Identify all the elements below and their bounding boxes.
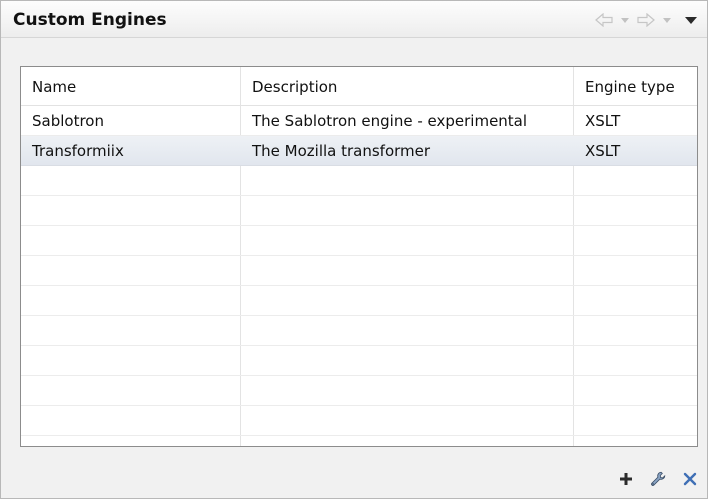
empty-row (21, 286, 697, 316)
back-button[interactable] (595, 13, 613, 27)
empty-row (21, 376, 697, 406)
footer-toolbar (617, 470, 699, 488)
column-header-description[interactable]: Description (241, 67, 573, 105)
cell-description: The Sablotron engine - experimental (252, 112, 528, 130)
wrench-icon (651, 471, 666, 486)
empty-row (21, 436, 697, 446)
empty-row (21, 256, 697, 286)
close-icon (683, 472, 697, 486)
custom-engines-panel: Custom Engines Name Description Engine t… (0, 0, 708, 499)
cell-engine-type: XSLT (585, 142, 621, 160)
column-header-engine-type[interactable]: Engine type (574, 67, 697, 105)
empty-row (21, 226, 697, 256)
cell-name: Transformiix (32, 142, 124, 160)
arrow-right-outline-icon (637, 13, 655, 27)
panel-title: Custom Engines (13, 10, 167, 30)
empty-row (21, 196, 697, 226)
table-row[interactable]: Sablotron The Sablotron engine - experim… (21, 106, 697, 136)
cell-name: Sablotron (32, 112, 104, 130)
empty-row (21, 166, 697, 196)
nav-toolbar (595, 10, 697, 30)
engines-table: Name Description Engine type Sablotron T… (20, 66, 698, 447)
plus-icon (620, 473, 632, 485)
empty-row (21, 346, 697, 376)
edit-button[interactable] (649, 470, 667, 488)
empty-row (21, 316, 697, 346)
forward-history-dropdown-icon[interactable] (663, 17, 671, 23)
arrow-left-outline-icon (595, 13, 613, 27)
cell-engine-type: XSLT (585, 112, 621, 130)
table-header: Name Description Engine type (21, 67, 697, 106)
remove-button[interactable] (681, 470, 699, 488)
cell-description: The Mozilla transformer (252, 142, 431, 160)
empty-row (21, 406, 697, 436)
table-row-selected[interactable]: Transformiix The Mozilla transformer XSL… (21, 136, 697, 166)
view-menu-icon[interactable] (685, 16, 697, 24)
panel-header: Custom Engines (1, 1, 707, 38)
forward-button[interactable] (637, 13, 655, 27)
column-header-name[interactable]: Name (21, 67, 240, 105)
add-button[interactable] (617, 470, 635, 488)
back-history-dropdown-icon[interactable] (621, 17, 629, 23)
